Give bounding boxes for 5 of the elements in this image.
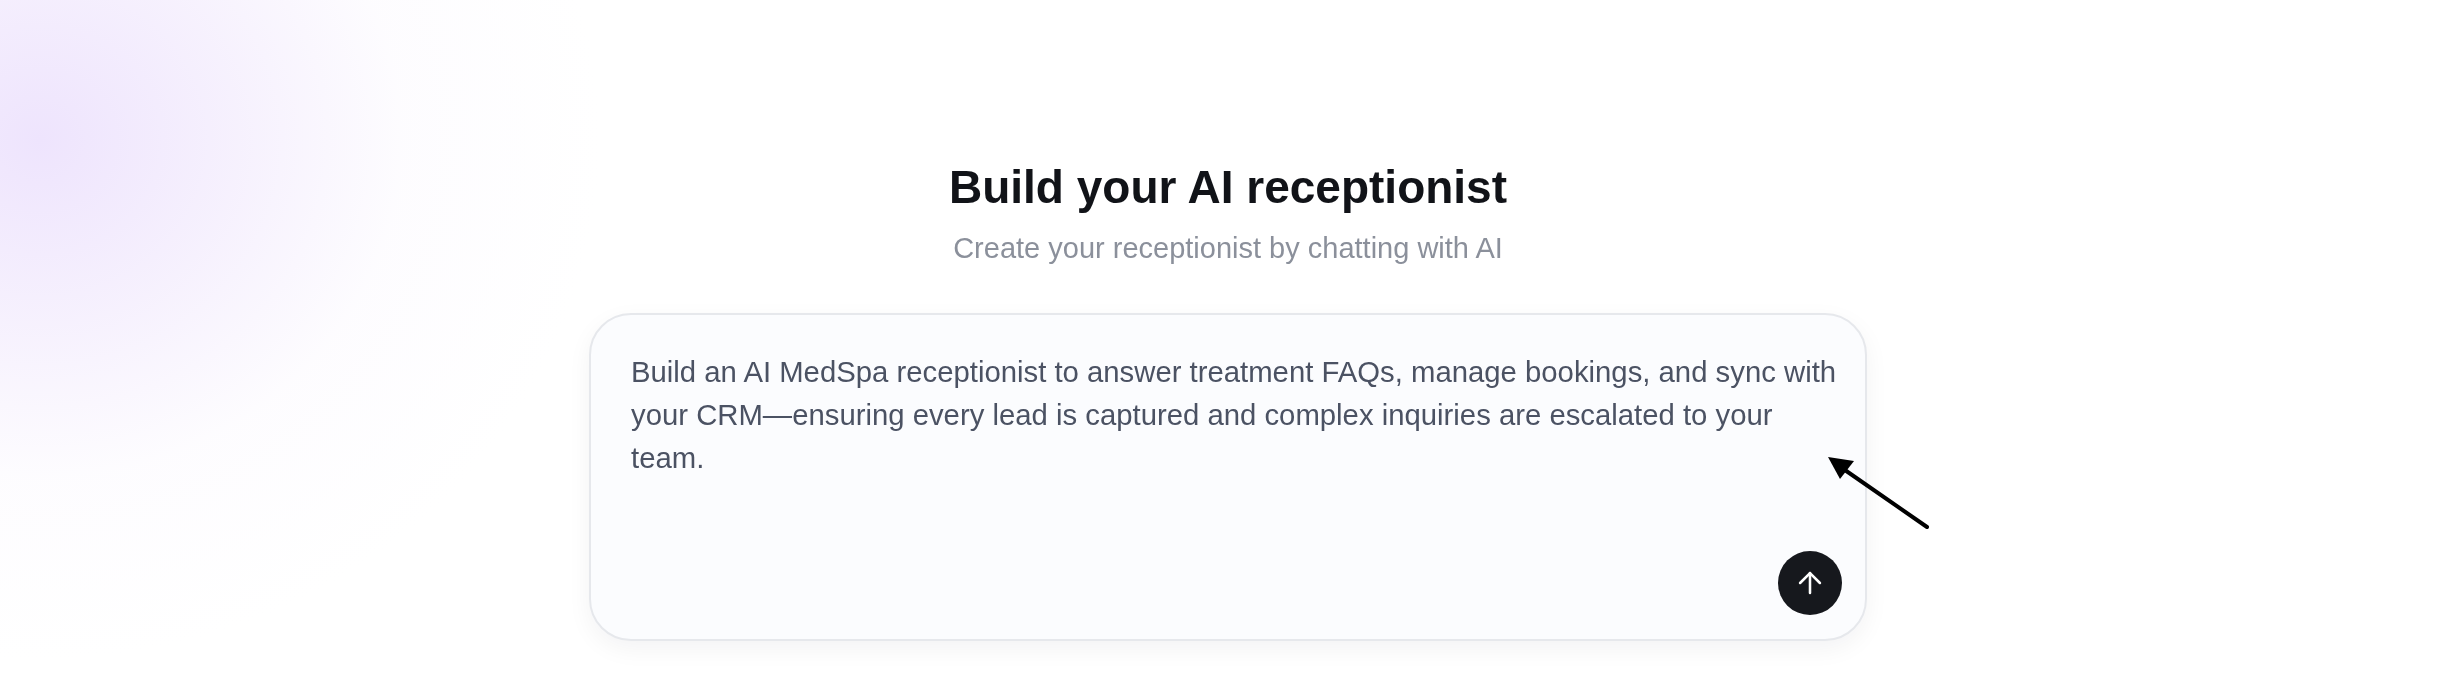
page-title: Build your AI receptionist [949,160,1507,215]
arrow-icon [1826,455,1930,530]
prompt-text: Build an AI MedSpa receptionist to answer treatment FAQs, manage bookings, and sync with your CRM—ensuring every lead is captured and complex inquiries are escalated to your team. [631,354,1838,476]
prompt-input-field[interactable]: Build an AI MedSpa receptionist to answer treatment FAQs, manage bookings, and sync with your CRM—ensuring every lead is captured and complex inquiries are escalated to your team. [589,313,1867,641]
page-subtitle: Create your receptionist by chatting with AI [953,231,1503,266]
